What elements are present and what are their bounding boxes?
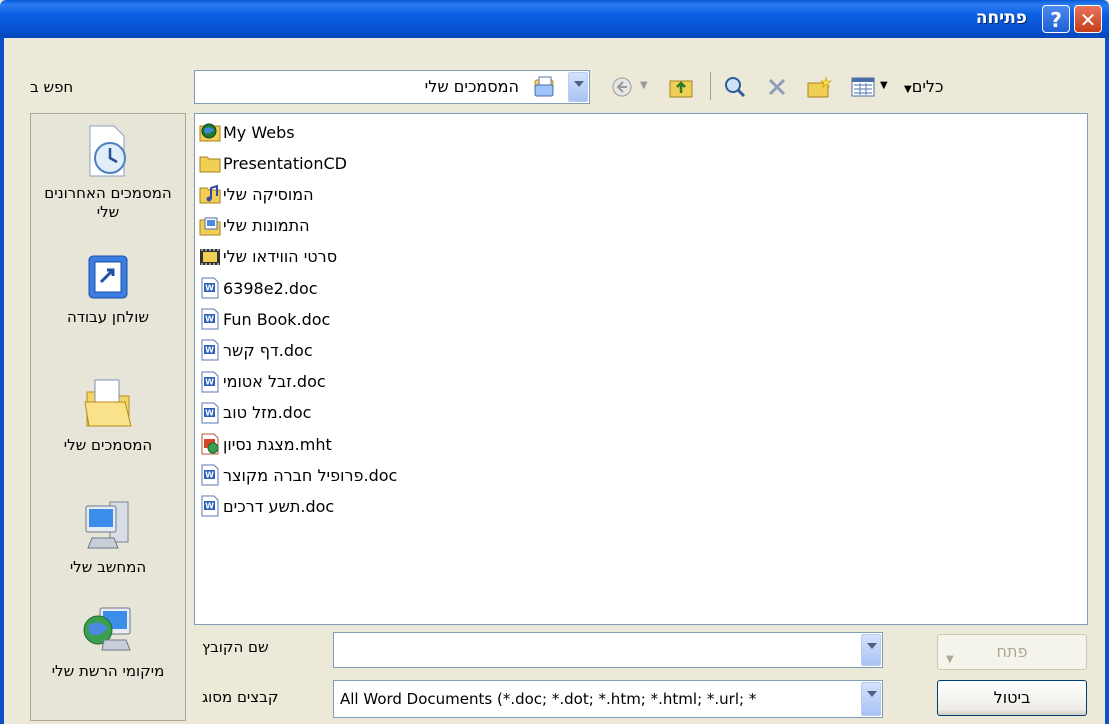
svg-text:W: W [205, 346, 214, 355]
look-in-dropdown[interactable]: המסמכים שלי [194, 70, 590, 104]
word-document-icon: W [199, 339, 223, 361]
views-icon[interactable] [850, 74, 876, 100]
file-name: PresentationCD [223, 153, 347, 173]
title-bar: פתיחה ? ✕ [0, 0, 1109, 38]
place-label: שולחן עבודה [66, 308, 150, 326]
place-desktop[interactable]: שולחן עבודה [31, 252, 185, 327]
window-title: פתיחה [975, 8, 1027, 28]
close-button[interactable]: ✕ [1074, 5, 1102, 33]
file-name: מצגת נסיון.mht [223, 434, 332, 454]
word-document-icon: W [199, 402, 223, 424]
svg-text:W: W [205, 471, 214, 480]
list-item[interactable]: W מזל טוב.doc [199, 399, 311, 427]
filetype-label: קבצים מסוג [202, 688, 279, 706]
places-bar: המסמכים האחרונים שלי שולחן עבודה המסמכים… [30, 113, 186, 721]
toolbar-separator [710, 72, 711, 100]
list-item[interactable]: PresentationCD [199, 149, 347, 177]
video-folder-icon [199, 246, 223, 268]
svg-text:W: W [205, 315, 214, 324]
my-documents-icon [534, 76, 554, 97]
open-dropdown-icon: ▼ [946, 654, 954, 665]
file-name: מזל טוב.doc [223, 403, 312, 423]
tools-menu[interactable]: ▼כלים [904, 77, 943, 96]
place-label: מיקומי הרשת שלי [51, 662, 165, 680]
svg-text:W: W [205, 377, 214, 386]
list-item[interactable]: מצגת נסיון.mht [199, 430, 332, 458]
list-item[interactable]: W זבל אטומי.doc [199, 368, 326, 396]
open-button-label: פתח [996, 642, 1028, 661]
svg-text:W: W [205, 284, 214, 293]
my-computer-icon [85, 501, 129, 549]
word-document-icon: W [199, 371, 223, 393]
up-one-level-icon[interactable] [668, 74, 694, 100]
place-recent-documents[interactable]: המסמכים האחרונים שלי [31, 122, 185, 222]
window-frame-right [1105, 38, 1109, 724]
file-name: דף קשר.doc [223, 340, 313, 360]
place-label: המסמכים האחרונים שלי [44, 184, 172, 221]
look-in-value: המסמכים שלי [424, 77, 519, 96]
my-documents-icon [84, 379, 132, 427]
chevron-down-icon[interactable] [568, 72, 588, 102]
file-list[interactable]: My Webs PresentationCD המוסיקה שלי התמונות … [194, 113, 1088, 625]
list-item[interactable]: W פרופיל חברה מקוצר.doc [199, 461, 397, 489]
folder-icon [199, 152, 223, 174]
tools-menu-label: כלים [911, 77, 944, 96]
list-item[interactable]: W דף קשר.doc [199, 336, 313, 364]
window-frame-left [0, 38, 4, 724]
file-name: 6398e2.doc [223, 278, 318, 298]
cancel-button[interactable]: ביטול [937, 680, 1087, 716]
web-folder-icon [199, 121, 223, 143]
filename-input[interactable] [333, 632, 883, 668]
file-name: סרטי הווידאו שלי [223, 247, 338, 267]
desktop-icon [88, 255, 128, 299]
filetype-dropdown[interactable]: All Word Documents (*.doc; *.dot; *.htm;… [333, 680, 883, 718]
file-name: זבל אטומי.doc [223, 372, 326, 392]
pictures-folder-icon [199, 215, 223, 237]
tools-dropdown-icon: ▼ [904, 84, 912, 95]
place-label: המחשב שלי [69, 558, 147, 576]
help-button[interactable]: ? [1042, 5, 1070, 33]
svg-text:W: W [205, 502, 214, 511]
file-name: Fun Book.doc [223, 309, 331, 329]
list-item[interactable]: W 6398e2.doc [199, 274, 318, 302]
list-item[interactable]: W Fun Book.doc [199, 305, 330, 333]
file-name: פרופיל חברה מקוצר.doc [223, 465, 398, 485]
open-button[interactable]: ▼ פתח [937, 634, 1087, 670]
place-my-computer[interactable]: המחשב שלי [31, 496, 185, 577]
word-document-icon: W [199, 308, 223, 330]
file-name: המוסיקה שלי [223, 184, 314, 204]
place-my-documents[interactable]: המסמכים שלי [31, 372, 185, 455]
file-name: My Webs [223, 122, 295, 142]
recent-documents-icon [89, 125, 126, 177]
place-label: המסמכים שלי [63, 436, 153, 454]
filetype-value: All Word Documents (*.doc; *.dot; *.htm;… [340, 690, 757, 708]
svg-text:W: W [205, 408, 214, 417]
search-web-icon[interactable] [722, 74, 748, 100]
list-item[interactable]: W תשע דרכים.doc [199, 492, 334, 520]
mht-document-icon [199, 433, 223, 455]
music-folder-icon [199, 183, 223, 205]
list-item[interactable]: סרטי הווידאו שלי [199, 243, 337, 271]
file-name: תשע דרכים.doc [223, 496, 335, 516]
list-item[interactable]: My Webs [199, 118, 295, 146]
place-network[interactable]: מיקומי הרשת שלי [31, 600, 185, 681]
network-places-icon [83, 607, 131, 651]
list-item[interactable]: המוסיקה שלי [199, 180, 314, 208]
back-dropdown-icon[interactable]: ▼ [640, 80, 648, 106]
word-document-icon: W [199, 464, 223, 486]
file-name: התמונות שלי [223, 216, 310, 236]
word-document-icon: W [199, 495, 223, 517]
filename-label: שם הקובץ [202, 638, 269, 656]
chevron-down-icon[interactable] [861, 634, 881, 666]
word-document-icon: W [199, 277, 223, 299]
new-folder-icon[interactable] [806, 74, 832, 100]
delete-icon[interactable] [766, 74, 788, 100]
chevron-down-icon[interactable] [861, 682, 881, 716]
views-dropdown-icon[interactable]: ▼ [880, 80, 888, 106]
back-icon[interactable] [610, 74, 634, 100]
look-in-label: חפש ב [30, 78, 74, 96]
list-item[interactable]: התמונות שלי [199, 212, 310, 240]
